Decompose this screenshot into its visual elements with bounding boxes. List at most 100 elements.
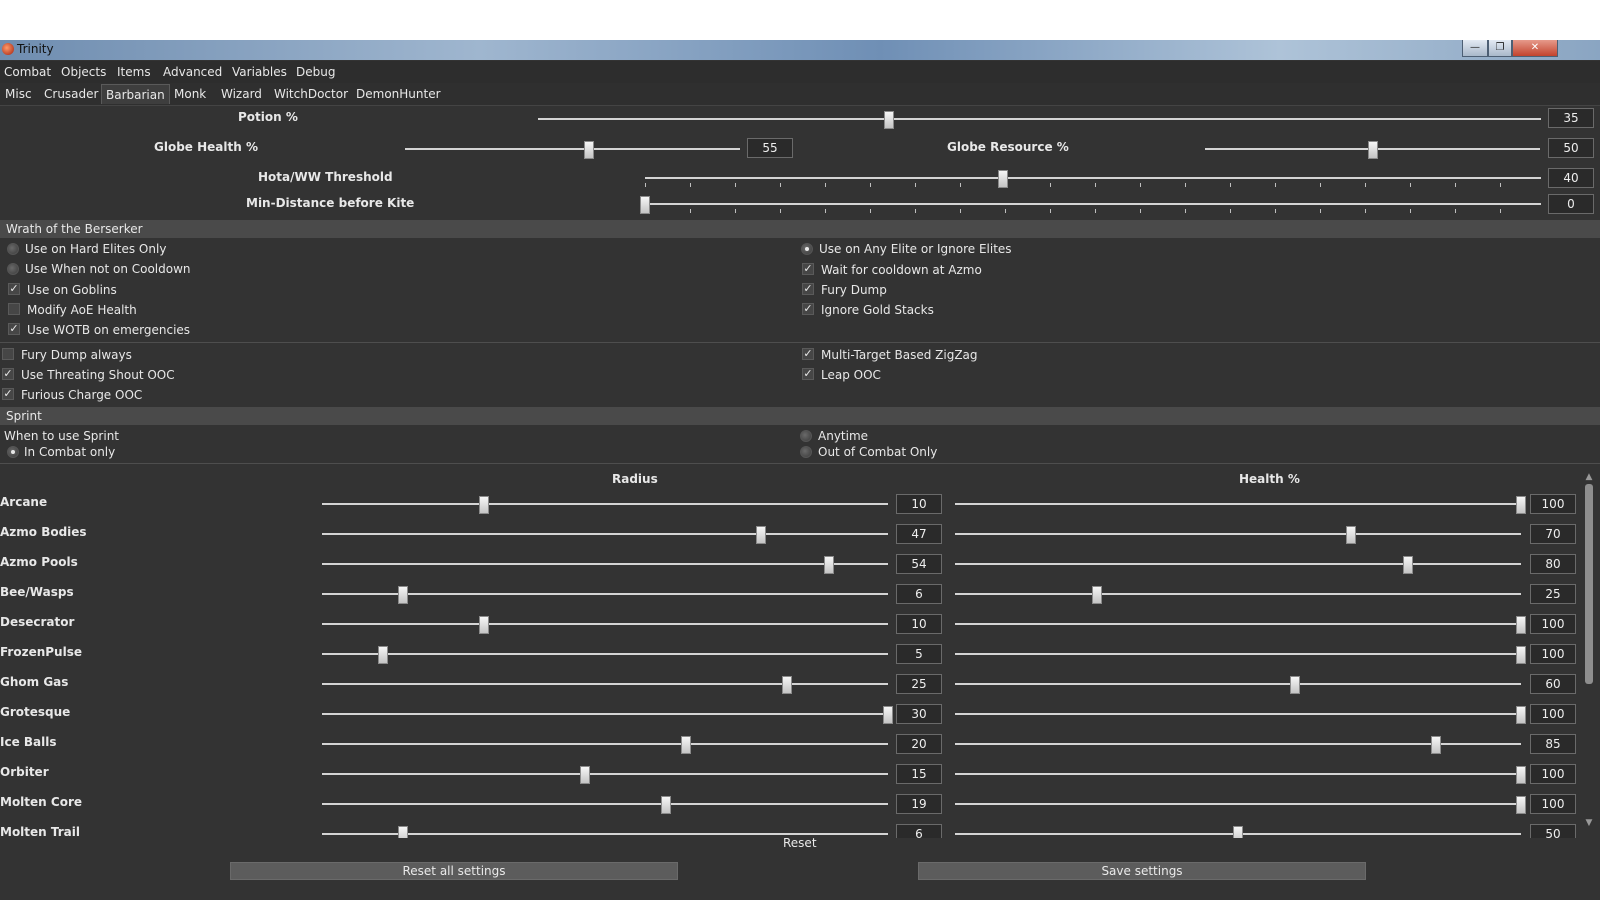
radius-value[interactable]: 54 bbox=[896, 554, 942, 574]
slider-thumb[interactable] bbox=[756, 526, 767, 544]
globe-resource-value[interactable]: 50 bbox=[1548, 138, 1594, 158]
maximize-button[interactable]: ❐ bbox=[1488, 40, 1512, 57]
menu-objects[interactable]: Objects bbox=[61, 65, 106, 79]
hota-ww-value[interactable]: 40 bbox=[1548, 168, 1594, 188]
slider-thumb[interactable] bbox=[781, 676, 792, 694]
health-value[interactable]: 100 bbox=[1530, 494, 1576, 514]
min-distance-slider[interactable] bbox=[640, 196, 1541, 214]
globe-health-value[interactable]: 55 bbox=[747, 138, 793, 158]
menu-debug[interactable]: Debug bbox=[296, 65, 335, 79]
radius-value[interactable]: 10 bbox=[896, 614, 942, 634]
slider-thumb[interactable] bbox=[640, 196, 650, 214]
health-value[interactable]: 100 bbox=[1530, 644, 1576, 664]
slider-thumb[interactable] bbox=[883, 706, 893, 724]
radius-slider[interactable] bbox=[322, 676, 888, 694]
health-slider[interactable] bbox=[955, 586, 1521, 604]
wotb-emergencies-checkbox[interactable]: ✓ bbox=[8, 323, 20, 335]
scroll-up-icon[interactable]: ▲ bbox=[1584, 472, 1594, 482]
tab-misc[interactable]: Misc bbox=[1, 84, 36, 104]
health-slider[interactable] bbox=[955, 736, 1521, 754]
slider-thumb[interactable] bbox=[1431, 736, 1442, 754]
reset-all-settings-button[interactable]: Reset all settings bbox=[230, 862, 678, 880]
slider-thumb[interactable] bbox=[397, 586, 408, 604]
tab-barbarian[interactable]: Barbarian bbox=[101, 84, 170, 104]
radius-slider[interactable] bbox=[322, 706, 893, 724]
title-bar[interactable]: Trinity — ❐ ✕ bbox=[0, 40, 1600, 60]
health-value[interactable]: 100 bbox=[1530, 704, 1576, 724]
leap-ooc-checkbox[interactable]: ✓ bbox=[802, 368, 814, 380]
threating-shout-ooc-checkbox[interactable]: ✓ bbox=[2, 368, 14, 380]
health-slider[interactable] bbox=[955, 646, 1526, 664]
wotb-any-elite-radio[interactable] bbox=[801, 243, 813, 255]
health-value[interactable]: 80 bbox=[1530, 554, 1576, 574]
slider-thumb[interactable] bbox=[998, 170, 1009, 188]
radius-value[interactable]: 6 bbox=[896, 584, 942, 604]
fury-dump-always-checkbox[interactable] bbox=[2, 348, 14, 360]
slider-thumb[interactable] bbox=[1091, 586, 1102, 604]
health-value[interactable]: 50 bbox=[1530, 824, 1576, 838]
radius-slider[interactable] bbox=[322, 556, 888, 574]
slider-thumb[interactable] bbox=[397, 826, 408, 838]
multi-target-zigzag-checkbox[interactable]: ✓ bbox=[802, 348, 814, 360]
sprint-anytime-radio[interactable] bbox=[800, 430, 812, 442]
scrollbar-thumb[interactable] bbox=[1585, 484, 1593, 684]
radius-slider[interactable] bbox=[322, 496, 888, 514]
slider-thumb[interactable] bbox=[824, 556, 835, 574]
health-slider[interactable] bbox=[955, 526, 1521, 544]
health-slider[interactable] bbox=[955, 796, 1526, 814]
avoidance-list[interactable]: Arcane 10 100 Azmo Bodies 47 70 Azmo Pools 54 80… bbox=[0, 476, 1580, 838]
slider-thumb[interactable] bbox=[1402, 556, 1413, 574]
sprint-in-combat-radio[interactable] bbox=[7, 446, 19, 458]
minimize-button[interactable]: — bbox=[1462, 40, 1488, 57]
hota-ww-slider[interactable] bbox=[645, 170, 1541, 188]
tab-monk[interactable]: Monk bbox=[170, 84, 210, 104]
save-settings-button[interactable]: Save settings bbox=[918, 862, 1366, 880]
globe-resource-slider[interactable] bbox=[1205, 141, 1540, 159]
potion-slider[interactable] bbox=[538, 111, 1541, 129]
slider-thumb[interactable] bbox=[1289, 676, 1300, 694]
wait-cooldown-azmo-checkbox[interactable]: ✓ bbox=[802, 263, 814, 275]
fury-dump-checkbox[interactable]: ✓ bbox=[802, 283, 814, 295]
radius-slider[interactable] bbox=[322, 796, 888, 814]
menu-advanced[interactable]: Advanced bbox=[163, 65, 222, 79]
menu-variables[interactable]: Variables bbox=[232, 65, 287, 79]
furious-charge-ooc-checkbox[interactable]: ✓ bbox=[2, 388, 14, 400]
slider-thumb[interactable] bbox=[1516, 796, 1526, 814]
sprint-ooc-radio[interactable] bbox=[800, 446, 812, 458]
health-slider[interactable] bbox=[955, 706, 1526, 724]
slider-thumb[interactable] bbox=[1516, 646, 1526, 664]
health-slider[interactable] bbox=[955, 556, 1521, 574]
radius-value[interactable]: 5 bbox=[896, 644, 942, 664]
globe-health-slider[interactable] bbox=[405, 141, 740, 159]
slider-thumb[interactable] bbox=[1233, 826, 1243, 838]
min-distance-value[interactable]: 0 bbox=[1548, 194, 1594, 214]
slider-thumb[interactable] bbox=[884, 111, 895, 129]
scroll-down-icon[interactable]: ▼ bbox=[1584, 818, 1594, 828]
health-value[interactable]: 85 bbox=[1530, 734, 1576, 754]
menu-items[interactable]: Items bbox=[117, 65, 151, 79]
radius-slider[interactable] bbox=[322, 736, 888, 754]
health-slider[interactable] bbox=[955, 676, 1521, 694]
radius-value[interactable]: 30 bbox=[896, 704, 942, 724]
radius-slider[interactable] bbox=[322, 616, 888, 634]
wotb-hard-elites-radio[interactable] bbox=[7, 243, 19, 255]
avoidance-scrollbar[interactable]: ▲ ▼ bbox=[1582, 472, 1596, 832]
tab-demonhunter[interactable]: DemonHunter bbox=[352, 84, 445, 104]
tab-wizard[interactable]: Wizard bbox=[217, 84, 266, 104]
slider-thumb[interactable] bbox=[1516, 706, 1526, 724]
health-value[interactable]: 25 bbox=[1530, 584, 1576, 604]
radius-value[interactable]: 10 bbox=[896, 494, 942, 514]
slider-thumb[interactable] bbox=[1516, 766, 1526, 784]
slider-thumb[interactable] bbox=[478, 496, 489, 514]
radius-value[interactable]: 6 bbox=[896, 824, 942, 838]
health-value[interactable]: 60 bbox=[1530, 674, 1576, 694]
health-value[interactable]: 100 bbox=[1530, 764, 1576, 784]
wotb-goblins-checkbox[interactable]: ✓ bbox=[8, 283, 20, 295]
slider-thumb[interactable] bbox=[478, 616, 489, 634]
health-value[interactable]: 100 bbox=[1530, 794, 1576, 814]
ignore-gold-stacks-checkbox[interactable]: ✓ bbox=[802, 303, 814, 315]
health-value[interactable]: 70 bbox=[1530, 524, 1576, 544]
reset-button[interactable]: Reset bbox=[783, 836, 817, 850]
tab-witchdoctor[interactable]: WitchDoctor bbox=[270, 84, 352, 104]
slider-thumb[interactable] bbox=[1346, 526, 1357, 544]
